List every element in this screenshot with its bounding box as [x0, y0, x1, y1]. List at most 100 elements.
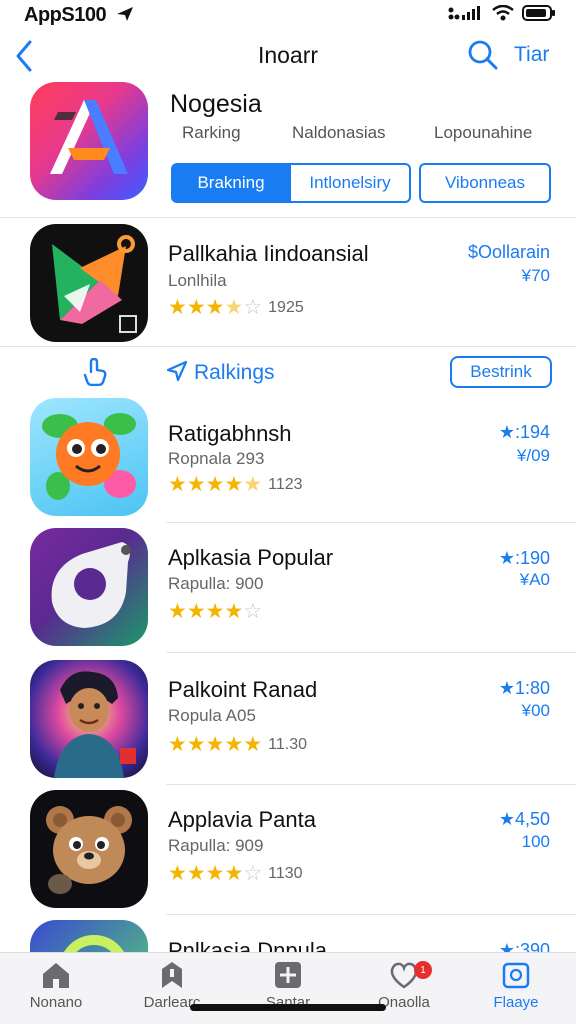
app-price-secondary: ¥/09: [516, 446, 550, 465]
star-icon: ★: [243, 733, 263, 756]
rating-count: 1130: [268, 864, 303, 882]
signal-icon: [448, 6, 480, 20]
app-price[interactable]: $Oollarain: [468, 242, 550, 263]
status-time: AppS100: [24, 4, 107, 26]
half-star-icon: ★: [243, 473, 263, 496]
location-arrow-icon: [117, 7, 133, 21]
app-price[interactable]: ★:194: [499, 422, 550, 443]
rankings-link[interactable]: Ralkings: [194, 361, 275, 385]
star-rating: ★ ★ ★ ★ ☆ 1130: [168, 863, 303, 884]
star-icon: ★: [168, 862, 187, 885]
white-ring-icon: [51, 542, 131, 628]
star-icon: ★: [205, 600, 225, 623]
list-item[interactable]: Aplkasia Popular Rapulla: 900 ★ ★ ★ ★ ☆ …: [0, 528, 576, 654]
rating-count: 11.30: [268, 735, 307, 753]
app-price[interactable]: ★4,50: [499, 809, 550, 830]
tab-label: Flaaye: [493, 994, 539, 1011]
plus-square-icon: [275, 962, 301, 988]
notification-badge: 1: [414, 961, 432, 979]
status-indicators: [448, 4, 556, 22]
tab-home[interactable]: Nonano: [6, 961, 106, 1017]
star-icon: ★: [186, 862, 206, 885]
rating-count: 1925: [268, 298, 304, 316]
star-empty-icon: ☆: [243, 600, 263, 623]
app-price-secondary: ¥70: [521, 266, 550, 285]
star-icon: ★: [205, 862, 225, 885]
warrior-character-icon: [54, 671, 136, 778]
star-empty-icon: ☆: [243, 862, 263, 885]
star-rating: ★ ★ ★ ★ ★ 1123: [168, 474, 303, 495]
tab-bar: Nonano Darlearc Santar 1 Onaolla Flaaye: [0, 952, 576, 1024]
best-button[interactable]: Bestrink: [450, 356, 552, 388]
orange-creature-icon: [42, 413, 136, 500]
status-bar: AppS100: [0, 0, 576, 28]
star-icon: ★: [186, 296, 206, 319]
star-empty-icon: ☆: [243, 296, 263, 319]
tab-profile[interactable]: Flaaye: [466, 961, 566, 1017]
wifi-icon: [492, 5, 514, 21]
star-icon: ★: [186, 733, 206, 756]
nav-bar: Inoarr Tiar: [0, 36, 576, 76]
row-divider: [166, 652, 576, 653]
app-price[interactable]: ★:190: [499, 548, 550, 569]
segment-ranking[interactable]: Brakning: [171, 163, 291, 203]
app-price[interactable]: ★1:80: [499, 678, 550, 699]
star-icon: ★: [224, 473, 244, 496]
app-icon: [30, 790, 148, 908]
star-rating: ★ ★ ★ ★ ☆ 1925: [168, 297, 304, 318]
list-item[interactable]: Pallkahia Iindoansial Lonlhila ★ ★ ★ ★ ☆…: [0, 224, 576, 350]
star-icon: ★: [168, 296, 187, 319]
star-icon: ★: [224, 862, 244, 885]
star-icon: ★: [224, 733, 244, 756]
featured-app-icon[interactable]: [30, 82, 148, 200]
segment-indonesia[interactable]: Intlonelsiry: [291, 163, 411, 203]
app-name: Pallkahia Iindoansial: [168, 241, 369, 266]
star-icon: ★: [205, 473, 225, 496]
header-label: Rarking: [182, 123, 241, 142]
list-item[interactable]: Applavia Panta Rapulla: 909 ★ ★ ★ ★ ☆ 11…: [0, 790, 576, 916]
star-icon: ★: [205, 733, 225, 756]
list-item[interactable]: Palkoint Ranad Ropula A05 ★ ★ ★ ★ ★ 11.3…: [0, 660, 576, 786]
app-icon: [30, 224, 148, 342]
app-subtitle: Lonlhila: [168, 271, 227, 290]
search-icon[interactable]: [468, 40, 498, 70]
app-name: Ratigabhnsh: [168, 421, 292, 446]
header-label: Lopounahine: [434, 123, 533, 142]
rating-count: 1123: [268, 475, 303, 493]
app-subtitle: Ropnala 293: [168, 449, 265, 468]
star-icon: ★: [186, 473, 206, 496]
home-icon: [43, 963, 69, 988]
section-divider: [0, 217, 576, 218]
app-icon: [30, 528, 148, 646]
star-rating: ★ ★ ★ ★ ★ 11.30: [168, 734, 307, 755]
header-label: Naldonasias: [292, 123, 386, 142]
star-icon: ★: [224, 600, 244, 623]
hand-pointer-icon[interactable]: [82, 358, 108, 386]
battery-icon: [522, 5, 555, 21]
segment-tab[interactable]: Vibonneas: [419, 163, 551, 203]
origami-bird-icon: [52, 235, 137, 333]
star-icon: ★: [205, 296, 225, 319]
app-name: Applavia Panta: [168, 807, 316, 832]
star-icon: ★: [168, 600, 187, 623]
nav-action-button[interactable]: Tiar: [514, 43, 549, 67]
row-divider: [166, 784, 576, 785]
star-icon: ★: [168, 473, 187, 496]
row-divider: [166, 914, 576, 915]
star-icon: ★: [186, 600, 206, 623]
send-arrow-icon: [166, 360, 188, 382]
tab-label: Nonano: [29, 994, 83, 1011]
list-item[interactable]: Ratigabhnsh Ropnala 293 ★ ★ ★ ★ ★ 1123 ★…: [0, 398, 576, 524]
bear-mascot-icon: [46, 806, 132, 894]
star-icon: ★: [168, 733, 187, 756]
app-price-secondary: 100: [521, 832, 550, 851]
letter-a-logo-icon: [50, 100, 128, 174]
app-icon: [30, 660, 148, 778]
app-subtitle: Ropula A05: [168, 706, 256, 725]
half-star-icon: ★: [224, 296, 244, 319]
home-indicator[interactable]: [190, 1004, 386, 1011]
app-subtitle: Rapulla: 909: [168, 836, 264, 855]
box-icon: [502, 962, 530, 989]
rankings-bar: Ralkings Bestrink: [0, 350, 576, 396]
app-subtitle: Rapulla: 900: [168, 574, 264, 593]
